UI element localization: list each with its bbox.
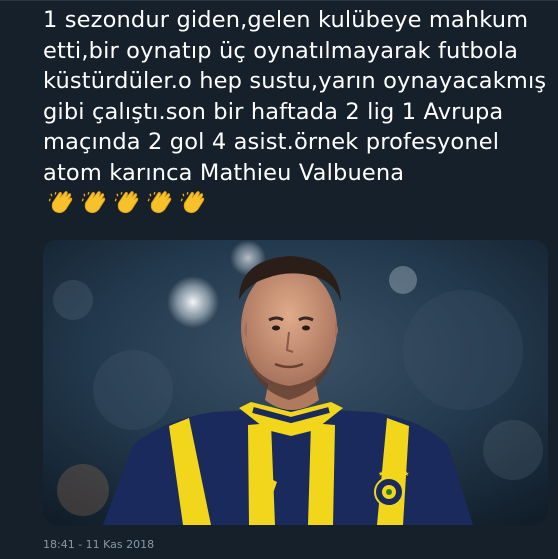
- tweet-text: 1 sezondur giden,gelen kulübeye mahkum e…: [43, 5, 553, 221]
- tweet-timestamp[interactable]: 18:41 - 11 Kas 2018: [43, 538, 154, 552]
- clapping-hands-icon: [114, 191, 139, 214]
- clapping-hands-icon: [48, 191, 73, 214]
- tweet: 1 sezondur giden,gelen kulübeye mahkum e…: [0, 0, 558, 559]
- clapping-hands-icon: [180, 191, 205, 214]
- clapping-hands-icon: [81, 191, 106, 214]
- tweet-photo[interactable]: ★★★★★: [43, 240, 548, 525]
- clapping-hands-icon: [147, 191, 172, 214]
- svg-text:★★★★★: ★★★★★: [378, 470, 409, 478]
- emoji-row: [47, 188, 210, 216]
- stadium-light: [167, 276, 219, 328]
- player-photo: ★★★★★: [43, 240, 548, 525]
- tweet-body: 1 sezondur giden,gelen kulübeye mahkum e…: [43, 7, 554, 186]
